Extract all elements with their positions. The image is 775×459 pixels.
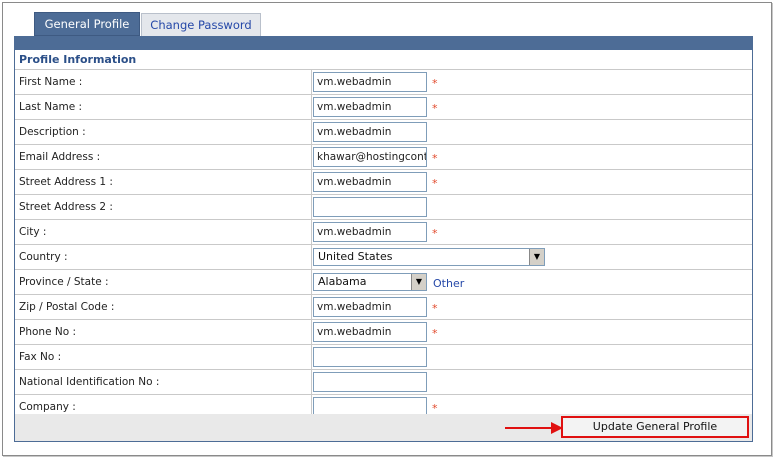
street-address-1-input[interactable]: vm.webadmin (313, 172, 427, 192)
row-description: Description : vm.webadmin (15, 120, 752, 145)
row-zip-postal-code: Zip / Postal Code : vm.webadmin * (15, 295, 752, 320)
national-id-label: National Identification No : (19, 376, 160, 388)
city-label: City : (19, 226, 47, 238)
fax-no-label: Fax No : (19, 351, 62, 363)
row-city: City : vm.webadmin * (15, 220, 752, 245)
row-last-name: Last Name : vm.webadmin * (15, 95, 752, 120)
email-address-input[interactable]: khawar@hostingcont (313, 147, 427, 167)
description-label: Description : (19, 126, 86, 138)
country-label: Country : (19, 251, 68, 263)
zip-postal-code-input[interactable]: vm.webadmin (313, 297, 427, 317)
email-address-label: Email Address : (19, 151, 101, 163)
email-address-required-marker: * (432, 152, 438, 165)
row-province-state: Province / State : Alabama ▼ Other (15, 270, 752, 295)
city-input[interactable]: vm.webadmin (313, 222, 427, 242)
fax-no-input[interactable] (313, 347, 427, 367)
country-selected-value: United States (318, 250, 393, 263)
chevron-down-icon[interactable]: ▼ (411, 274, 426, 290)
row-first-name: First Name : vm.webadmin * (15, 70, 752, 95)
phone-no-input[interactable]: vm.webadmin (313, 322, 427, 342)
zip-postal-code-required-marker: * (432, 302, 438, 315)
city-required-marker: * (432, 227, 438, 240)
first-name-required-marker: * (432, 77, 438, 90)
province-state-select[interactable]: Alabama ▼ (313, 273, 427, 291)
province-other-link[interactable]: Other (433, 270, 464, 297)
country-select[interactable]: United States ▼ (313, 248, 545, 266)
last-name-required-marker: * (432, 102, 438, 115)
street-address-2-input[interactable] (313, 197, 427, 217)
first-name-label: First Name : (19, 76, 83, 88)
province-state-selected-value: Alabama (318, 275, 367, 288)
chevron-down-icon[interactable]: ▼ (529, 249, 544, 265)
last-name-label: Last Name : (19, 101, 83, 113)
form-footer: Update General Profile (15, 414, 752, 441)
tab-general-profile[interactable]: General Profile (34, 12, 140, 36)
first-name-input[interactable]: vm.webadmin (313, 72, 427, 92)
national-id-input[interactable] (313, 372, 427, 392)
row-phone-no: Phone No : vm.webadmin * (15, 320, 752, 345)
row-fax-no: Fax No : (15, 345, 752, 370)
update-general-profile-button[interactable]: Update General Profile (561, 416, 749, 438)
arrow-right-icon (505, 422, 563, 434)
street-address-1-required-marker: * (432, 177, 438, 190)
row-national-id: National Identification No : (15, 370, 752, 395)
phone-no-required-marker: * (432, 327, 438, 340)
province-state-label: Province / State : (19, 276, 109, 288)
street-address-1-label: Street Address 1 : (19, 176, 113, 188)
row-email-address: Email Address : khawar@hostingcont * (15, 145, 752, 170)
row-street-address-1: Street Address 1 : vm.webadmin * (15, 170, 752, 195)
profile-panel: Profile Information First Name : vm.weba… (14, 36, 753, 442)
phone-no-label: Phone No : (19, 326, 77, 338)
description-input[interactable]: vm.webadmin (313, 122, 427, 142)
section-title: Profile Information (15, 50, 752, 70)
tab-change-password[interactable]: Change Password (141, 13, 261, 37)
street-address-2-label: Street Address 2 : (19, 201, 113, 213)
row-street-address-2: Street Address 2 : (15, 195, 752, 220)
zip-postal-code-label: Zip / Postal Code : (19, 301, 115, 313)
row-country: Country : United States ▼ (15, 245, 752, 270)
last-name-input[interactable]: vm.webadmin (313, 97, 427, 117)
panel-top-bar (15, 36, 752, 50)
